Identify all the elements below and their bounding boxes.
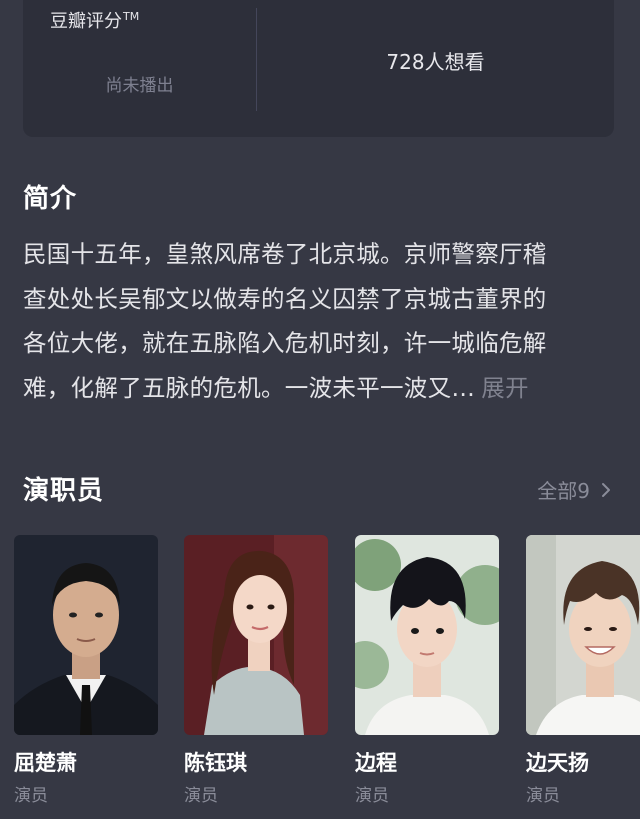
- cast-role: 演员: [355, 786, 389, 806]
- cast-photo: [14, 535, 158, 735]
- synopsis-line: 民国十五年，皇煞风席卷了北京城。京师警察厅稽: [23, 240, 547, 268]
- cast-list: 屈楚萧 演员 陈钰琪 演员 边程 演员 边天扬 演员: [14, 535, 640, 819]
- portrait-image: [184, 535, 328, 735]
- want-to-watch-count[interactable]: 728人想看: [257, 46, 614, 75]
- cast-photo: [184, 535, 328, 735]
- synopsis-line: 查处处长吴郁文以做寿的名义囚禁了京城古董界的: [23, 284, 547, 313]
- synopsis-text[interactable]: 民国十五年，皇煞风席卷了北京城。京师警察厅稽 查处处长吴郁文以做寿的名义囚禁了京…: [23, 232, 619, 410]
- cast-name: 边天扬: [526, 751, 589, 775]
- cast-card[interactable]: 边天扬 演员: [526, 535, 640, 806]
- see-all-label: 全部9: [537, 479, 590, 503]
- trademark-mark: TM: [123, 10, 140, 23]
- douban-rating-label: 豆瓣评分TM: [50, 10, 140, 32]
- portrait-image: [526, 535, 640, 735]
- chevron-right-icon: [602, 482, 610, 497]
- portrait-image: [14, 535, 158, 735]
- cast-photo: [526, 535, 640, 735]
- intro-heading: 简介: [23, 184, 78, 214]
- rating-status: 尚未播出: [105, 76, 174, 96]
- douban-rating-panel[interactable]: 豆瓣评分TM 尚未播出: [23, 0, 256, 137]
- cast-photo: [355, 535, 499, 735]
- cast-card[interactable]: 屈楚萧 演员: [14, 535, 158, 806]
- synopsis-last-line: 难，化解了五脉的危机。一波未平一波又…: [23, 373, 476, 402]
- cast-name: 边程: [355, 751, 397, 775]
- cast-name: 陈钰琪: [184, 751, 247, 775]
- cast-role: 演员: [526, 786, 560, 806]
- cast-heading: 演职员: [23, 476, 105, 506]
- portrait-image: [355, 535, 499, 735]
- cast-role: 演员: [14, 786, 48, 806]
- cast-name: 屈楚萧: [14, 751, 77, 775]
- rating-card: 豆瓣评分TM 尚未播出 728人想看: [23, 0, 614, 137]
- see-all-cast-link[interactable]: 全部9: [537, 475, 614, 504]
- expand-link[interactable]: 展开: [481, 374, 529, 402]
- synopsis-line: 各位大佬，就在五脉陷入危机时刻，许一城临危解: [23, 329, 547, 357]
- cast-card[interactable]: 陈钰琪 演员: [184, 535, 328, 806]
- cast-card[interactable]: 边程 演员: [355, 535, 499, 806]
- synopsis-line: 难，化解了五脉的危机。一波未平一波又… 展开: [23, 366, 619, 411]
- cast-role: 演员: [184, 786, 218, 806]
